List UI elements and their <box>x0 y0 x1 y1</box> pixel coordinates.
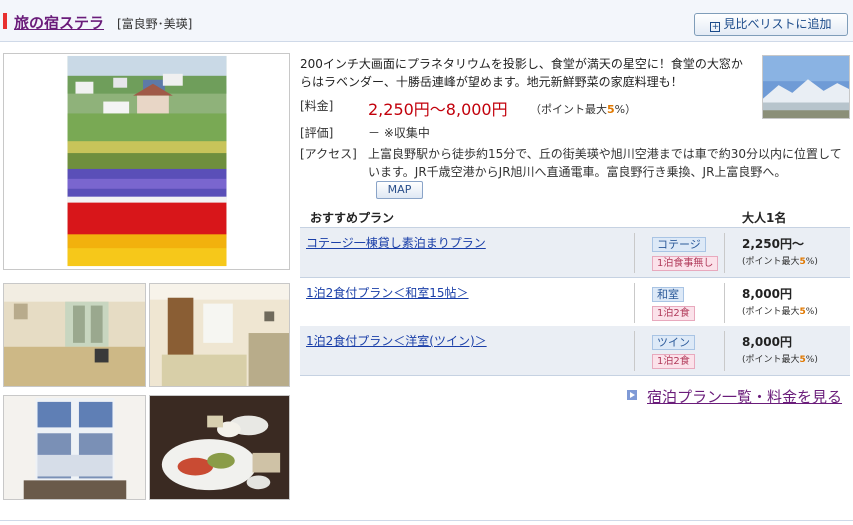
access-text: 上富良野駅から徒歩約15分で、丘の街美瑛や旭川空港までは車で約30分以内に位置し… <box>368 147 842 179</box>
compare-button-label: 見比べリストに追加 <box>723 17 832 31</box>
price-points: （ポイント最大5%） <box>530 101 636 117</box>
dining-window-photo[interactable] <box>3 395 146 500</box>
meal-badge: 1泊2食 <box>652 306 695 321</box>
plan-name-link[interactable]: 1泊2食付プラン＜洋室(ツイン)＞ <box>306 332 487 349</box>
plan-points-suffix: %) <box>805 355 818 365</box>
plan-row: 1泊2食付プラン＜洋室(ツイン)＞ ツイン 1泊2食 8,000円 (ポイント最… <box>300 326 850 376</box>
header-accent-bar <box>3 13 7 29</box>
plan-points-suffix: %) <box>805 307 818 317</box>
plan-name-link[interactable]: 1泊2食付プラン＜和室15帖＞ <box>306 284 469 301</box>
room-type-badge: コテージ <box>652 237 706 252</box>
view-all-plans-link[interactable]: 宿泊プラン一覧・料金を見る <box>647 386 842 407</box>
plan-points-prefix: (ポイント最大 <box>742 355 800 365</box>
plans-header-title: おすすめプラン <box>310 211 395 225</box>
rating-label: [評価] <box>300 126 334 140</box>
plan-points-suffix: %) <box>805 257 818 267</box>
arrow-right-icon <box>627 390 637 400</box>
plan-points: (ポイント最大5%) <box>742 352 818 365</box>
divider <box>634 233 635 273</box>
divider <box>724 233 725 273</box>
price-range: 2,250円～8,000円 <box>368 100 508 119</box>
room-type-badge: 和室 <box>652 287 684 302</box>
plans-header: おすすめプラン 大人1名 <box>300 206 850 228</box>
map-button[interactable]: MAP <box>376 181 423 199</box>
divider <box>634 331 635 371</box>
divider <box>724 283 725 323</box>
access-label: [アクセス] <box>300 147 357 161</box>
flower-field-photo[interactable] <box>3 53 290 270</box>
hotel-description: 200インチ大画面にプラネタリウムを投影し、食堂が満天の星空に！食堂の大窓からは… <box>300 57 743 89</box>
hotel-area: [富良野･美瑛] <box>117 17 193 31</box>
plan-price: 8,000円 <box>742 287 792 301</box>
hotel-name-link[interactable]: 旅の宿ステラ <box>14 12 104 33</box>
room-type-badge: ツイン <box>652 335 695 350</box>
price-label: [料金] <box>300 99 334 113</box>
plan-row: コテージ一棟貸し素泊まりプラン コテージ 1泊食事無し 2,250円～ (ポイン… <box>300 228 850 278</box>
meal-badge: 1泊2食 <box>652 354 695 369</box>
rating-value: － ※収集中 <box>368 126 430 140</box>
bottom-divider <box>0 520 853 521</box>
price-points-suffix: %） <box>614 103 637 116</box>
plans-header-price: 大人1名 <box>742 211 787 225</box>
western-room-photo[interactable] <box>149 283 290 387</box>
meal-photo[interactable] <box>149 395 290 500</box>
plan-points: (ポイント最大5%) <box>742 304 818 317</box>
plan-points: (ポイント最大5%) <box>742 254 818 267</box>
mountain-photo[interactable] <box>762 55 850 119</box>
plan-name-link[interactable]: コテージ一棟貸し素泊まりプラン <box>306 234 486 251</box>
plan-row: 1泊2食付プラン＜和室15帖＞ 和室 1泊2食 8,000円 (ポイント最大5%… <box>300 278 850 328</box>
japanese-room-photo[interactable] <box>3 283 146 387</box>
plan-price: 8,000円 <box>742 335 792 349</box>
divider <box>634 283 635 323</box>
hotel-header: 旅の宿ステラ [富良野･美瑛] + 見比べリストに追加 <box>0 0 853 42</box>
plan-price: 2,250円～ <box>742 237 804 251</box>
divider <box>724 331 725 371</box>
plan-points-prefix: (ポイント最大 <box>742 257 800 267</box>
add-to-compare-button[interactable]: + 見比べリストに追加 <box>694 13 848 36</box>
price-points-value: 5 <box>607 103 615 116</box>
plan-points-prefix: (ポイント最大 <box>742 307 800 317</box>
price-points-prefix: （ポイント最大 <box>530 103 607 116</box>
meal-badge: 1泊食事無し <box>652 256 719 271</box>
plus-icon: + <box>710 22 721 32</box>
